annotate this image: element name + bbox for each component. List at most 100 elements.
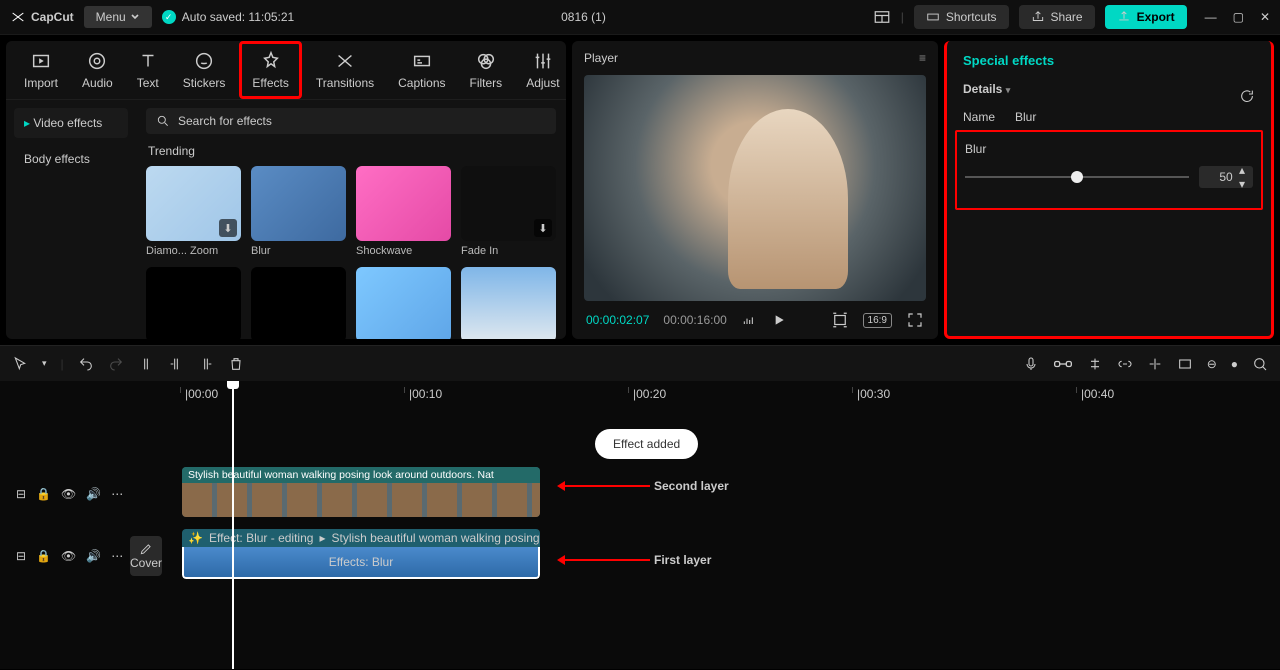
ratio-badge[interactable]: 16:9 (863, 313, 892, 328)
fullscreen-icon[interactable] (906, 311, 924, 329)
details-label: Details ▾ (963, 82, 1010, 96)
track-more-icon[interactable]: ⋯ (111, 487, 123, 501)
volume-bars-icon[interactable] (741, 312, 757, 328)
pointer-tool-icon[interactable] (12, 356, 28, 372)
effect-item[interactable] (146, 267, 241, 339)
name-value: Blur (1015, 110, 1036, 124)
magnet-link-icon[interactable] (1053, 356, 1073, 372)
player-title: Player (584, 51, 618, 65)
layout-icon[interactable] (873, 8, 891, 26)
zoom-slider-handle[interactable]: ● (1231, 357, 1238, 371)
autosave-status: ✓ Auto saved: 11:05:21 (162, 10, 295, 24)
effects-grid: ⬇Diamo... Zoom Blur Shockwave ⬇Fade In (146, 166, 556, 339)
media-panel: Import Audio Text Stickers Effects Trans… (6, 41, 566, 339)
window-controls: — ▢ ✕ (1205, 10, 1270, 24)
scale-fit-icon[interactable] (831, 311, 849, 329)
redo-icon[interactable] (108, 356, 124, 372)
annotation-first-layer: First layer (560, 553, 711, 567)
effects-search[interactable]: Search for effects (146, 108, 556, 134)
split-icon[interactable] (138, 356, 154, 372)
track-collapse-icon[interactable]: ⊟ (16, 549, 26, 563)
player-menu-icon[interactable]: ≡ (919, 51, 926, 65)
timeline-toolbar: ▾ | ⊖ ● (0, 345, 1280, 381)
current-time: 00:00:02:07 (586, 313, 649, 327)
tab-transitions[interactable]: Transitions (306, 44, 384, 96)
sidebar-item-video-effects[interactable]: ▸ Video effects (14, 108, 128, 138)
download-icon[interactable]: ⬇ (219, 219, 237, 237)
delete-icon[interactable] (228, 356, 244, 372)
close-button[interactable]: ✕ (1260, 10, 1270, 24)
share-icon (1031, 10, 1045, 24)
player-panel: Player ≡ 00:00:02:07 00:00:16:00 16:9 (572, 41, 938, 339)
play-button[interactable] (771, 312, 787, 328)
undo-icon[interactable] (78, 356, 94, 372)
value-down[interactable]: ▾ (1239, 177, 1251, 191)
tab-stickers[interactable]: Stickers (173, 44, 236, 96)
video-clip-with-effect[interactable]: ✨Effect: Blur - editing▸ Stylish beautif… (182, 529, 540, 579)
blur-value-input[interactable]: 50 ▴▾ (1199, 166, 1253, 188)
chevron-down-icon (130, 12, 140, 22)
track-controls: ⊟ 🔒 👁 🔊 ⋯ (0, 549, 130, 563)
tab-text[interactable]: Text (127, 44, 169, 96)
effects-sidebar: ▸ Video effects Body effects (6, 100, 136, 339)
sidebar-item-body-effects[interactable]: Body effects (14, 144, 128, 174)
track-visibility-icon[interactable]: 👁 (61, 487, 76, 501)
effect-item[interactable]: Blur (251, 166, 346, 257)
tab-captions[interactable]: Captions (388, 44, 455, 96)
split-right-icon[interactable] (198, 356, 214, 372)
mic-icon[interactable] (1023, 356, 1039, 372)
minimize-button[interactable]: — (1205, 10, 1217, 24)
video-clip[interactable]: Stylish beautiful woman walking posing l… (182, 467, 540, 517)
track-row: ⊟ 🔒 👁 🔊 ⋯ Stylish beautiful woman walkin… (0, 467, 1280, 521)
link-icon[interactable] (1117, 356, 1133, 372)
effect-item[interactable]: ⬇Diamo... Zoom (146, 166, 241, 257)
menu-button[interactable]: Menu (84, 6, 152, 28)
align-icon[interactable] (1147, 356, 1163, 372)
blur-slider[interactable] (965, 176, 1189, 178)
tab-filters[interactable]: Filters (460, 44, 513, 96)
timeline-ruler[interactable]: |00:00 |00:10 |00:20 |00:30 |00:40 (170, 381, 1280, 405)
props-panel-title: Special effects (963, 53, 1255, 68)
value-up[interactable]: ▴ (1239, 163, 1251, 177)
snap-icon[interactable] (1087, 356, 1103, 372)
export-button[interactable]: Export (1105, 5, 1187, 29)
preview-viewport[interactable] (584, 75, 926, 301)
shortcuts-button[interactable]: Shortcuts (914, 5, 1009, 29)
track-mute-icon[interactable]: 🔊 (86, 487, 101, 501)
zoom-fit-icon[interactable] (1252, 356, 1268, 372)
effect-item[interactable] (356, 267, 451, 339)
preview-mode-icon[interactable] (1177, 356, 1193, 372)
track-visibility-icon[interactable]: 👁 (61, 549, 76, 563)
duration: 00:00:16:00 (663, 313, 726, 327)
tab-audio[interactable]: Audio (72, 44, 123, 96)
tab-import[interactable]: Import (14, 44, 68, 96)
slider-thumb[interactable] (1071, 171, 1083, 183)
project-title: 0816 (1) (304, 10, 862, 24)
reset-icon[interactable] (1239, 88, 1255, 104)
split-left-icon[interactable] (168, 356, 184, 372)
effect-item[interactable]: ⬇Fade In (461, 166, 556, 257)
share-button[interactable]: Share (1019, 5, 1095, 29)
download-icon[interactable]: ⬇ (534, 219, 552, 237)
keyboard-icon (926, 10, 940, 24)
track-lock-icon[interactable]: 🔒 (36, 549, 51, 563)
effect-item[interactable] (251, 267, 346, 339)
logo-icon (10, 9, 26, 25)
properties-panel: Special effects Details ▾ Name Blur Blur… (944, 41, 1274, 339)
track-more-icon[interactable]: ⋯ (111, 549, 123, 563)
timeline: |00:00 |00:10 |00:20 |00:30 |00:40 Effec… (0, 381, 1280, 669)
playhead[interactable] (232, 381, 234, 669)
track-collapse-icon[interactable]: ⊟ (16, 487, 26, 501)
slider-label: Blur (965, 142, 1253, 156)
track-lock-icon[interactable]: 🔒 (36, 487, 51, 501)
tab-adjust[interactable]: Adjust (516, 44, 566, 96)
maximize-button[interactable]: ▢ (1233, 10, 1244, 24)
titlebar: CapCut Menu ✓ Auto saved: 11:05:21 0816 … (0, 0, 1280, 35)
track-mute-icon[interactable]: 🔊 (86, 549, 101, 563)
tool-dropdown-icon[interactable]: ▾ (42, 358, 47, 369)
tab-effects[interactable]: Effects (239, 41, 301, 99)
effects-section-title: Trending (148, 144, 556, 158)
effect-item[interactable] (461, 267, 556, 339)
effect-item[interactable]: Shockwave (356, 166, 451, 257)
zoom-out-icon[interactable]: ⊖ (1207, 357, 1217, 371)
